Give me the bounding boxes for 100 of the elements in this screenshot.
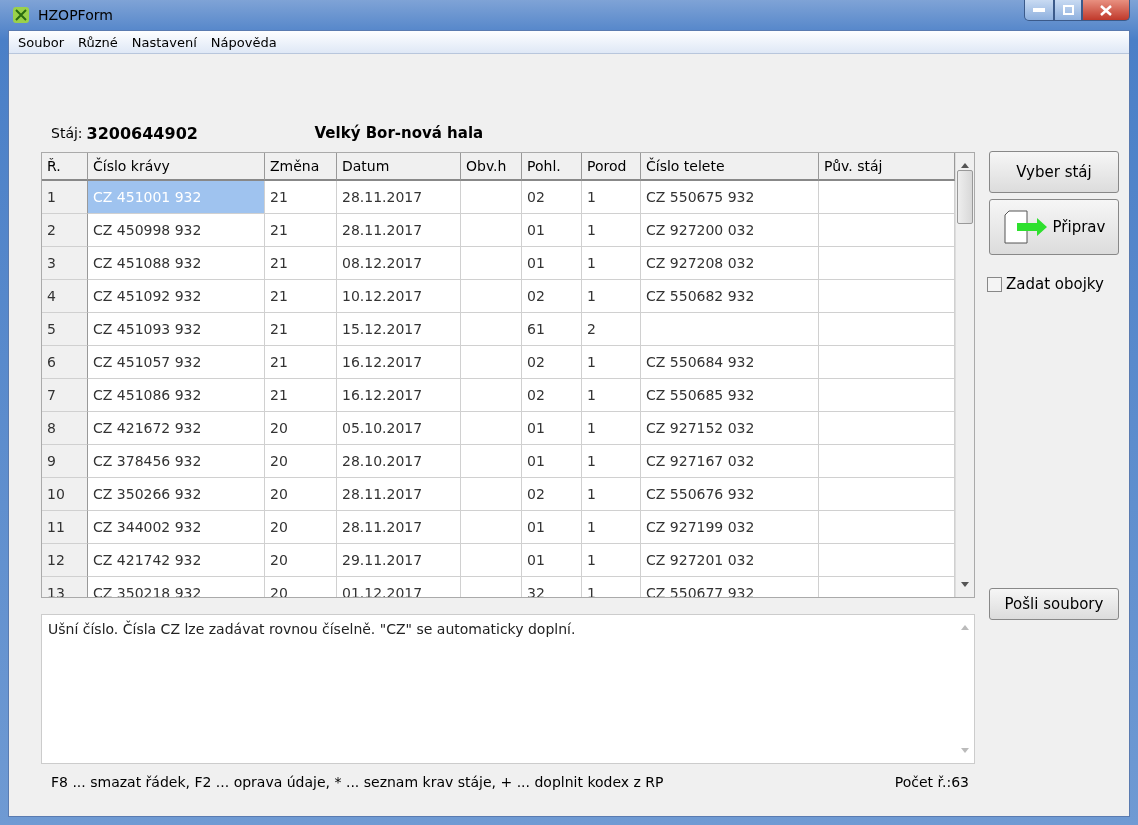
table-cell: 01 — [522, 247, 582, 280]
stable-name: Velký Bor-nová hala — [314, 124, 484, 142]
column-header[interactable]: Změna — [265, 153, 337, 181]
minimize-button[interactable] — [1024, 0, 1054, 21]
table-cell: CZ 550685 932 — [641, 379, 819, 412]
help-text: Ušní číslo. Čísla CZ lze zadávat rovnou číselně. "CZ" se automaticky doplní. — [47, 619, 577, 639]
column-header[interactable]: Datum — [337, 153, 461, 181]
help-text-area[interactable]: Ušní číslo. Čísla CZ lze zadávat rovnou číselně. "CZ" se automaticky doplní. — [41, 614, 975, 764]
menu-item[interactable]: Nápověda — [205, 34, 282, 50]
scroll-down-icon — [961, 582, 969, 587]
table-cell: CZ 378456 932 — [88, 445, 265, 478]
column-header[interactable]: Pův. stáj — [819, 153, 955, 181]
row-number: 4 — [42, 280, 88, 313]
scroll-thumb[interactable] — [957, 170, 973, 224]
column-header[interactable]: Pohl. — [522, 153, 582, 181]
table-cell: 05.10.2017 — [337, 412, 461, 445]
table-cell — [461, 214, 522, 247]
table-cell: 02 — [522, 379, 582, 412]
menu-item[interactable]: Nastavení — [126, 34, 202, 50]
table-cell — [461, 445, 522, 478]
table-cell: CZ 451092 932 — [88, 280, 265, 313]
stable-label: Stáj: — [51, 125, 83, 141]
table-cell: 16.12.2017 — [337, 379, 461, 412]
table-cell: CZ 927167 032 — [641, 445, 819, 478]
window-title: HZOPForm — [38, 7, 113, 23]
table-cell: 21 — [265, 280, 337, 313]
table-cell: CZ 927152 032 — [641, 412, 819, 445]
table-cell: CZ 451088 932 — [88, 247, 265, 280]
shortcut-hint: F8 ... smazat řádek, F2 ... oprava údaje, * ... seznam krav stáje, + ... doplnit kodex z RP — [51, 774, 664, 790]
table-cell: 21 — [265, 181, 337, 214]
table-cell: 1 — [582, 379, 641, 412]
table-cell: 20 — [265, 412, 337, 445]
row-number: 6 — [42, 346, 88, 379]
close-icon — [1100, 4, 1112, 16]
scroll-up-icon — [961, 163, 969, 168]
table-cell — [461, 313, 522, 346]
table-cell: 2 — [582, 313, 641, 346]
table-cell: 02 — [522, 181, 582, 214]
stable-number: 3200644902 — [86, 123, 199, 143]
row-number: 12 — [42, 544, 88, 577]
scroll-down-icon — [961, 748, 969, 753]
scroll-up-icon — [961, 625, 969, 630]
column-header[interactable]: Číslo krávy — [88, 153, 265, 181]
table-cell: 01 — [522, 511, 582, 544]
table-cell: CZ 927200 032 — [641, 214, 819, 247]
table-cell — [461, 247, 522, 280]
table-cell: CZ 927208 032 — [641, 247, 819, 280]
app-logo-icon — [12, 6, 30, 24]
table-cell — [461, 412, 522, 445]
close-button[interactable] — [1082, 0, 1130, 21]
menu-item[interactable]: Soubor — [13, 34, 69, 50]
table-cell: 15.12.2017 — [337, 313, 461, 346]
table-cell: 02 — [522, 280, 582, 313]
table-cell: CZ 421672 932 — [88, 412, 265, 445]
column-header[interactable]: Obv.h — [461, 153, 522, 181]
send-files-button[interactable]: Pošli soubory — [989, 588, 1119, 620]
table-cell: 21 — [265, 247, 337, 280]
table-cell: CZ 927201 032 — [641, 544, 819, 577]
table-cell: 61 — [522, 313, 582, 346]
collars-checkbox[interactable]: Zadat obojky — [987, 275, 1119, 293]
table-cell: 1 — [582, 445, 641, 478]
row-number: 3 — [42, 247, 88, 280]
table-cell: CZ 550684 932 — [641, 346, 819, 379]
maximize-button[interactable] — [1054, 0, 1082, 21]
table-cell: CZ 927199 032 — [641, 511, 819, 544]
table-cell — [461, 544, 522, 577]
table-cell: 1 — [582, 280, 641, 313]
scrollbar[interactable] — [955, 153, 974, 597]
table-cell: 01 — [522, 412, 582, 445]
column-header[interactable]: Číslo telete — [641, 153, 819, 181]
document-arrow-icon — [1002, 210, 1049, 244]
table-cell: 1 — [582, 214, 641, 247]
minimize-icon — [1033, 8, 1045, 12]
table-cell: 01 — [522, 544, 582, 577]
row-number: 5 — [42, 313, 88, 346]
table-cell: 28.10.2017 — [337, 445, 461, 478]
table-cell: 28.11.2017 — [337, 181, 461, 214]
table-cell: 28.11.2017 — [337, 511, 461, 544]
table-cell: 10.12.2017 — [337, 280, 461, 313]
table-cell: 20 — [265, 511, 337, 544]
table-cell: 1 — [582, 247, 641, 280]
column-header[interactable]: Porod — [582, 153, 641, 181]
table-cell — [461, 280, 522, 313]
table-cell: CZ 550675 932 — [641, 181, 819, 214]
table-cell: 1 — [582, 412, 641, 445]
table-cell: 08.12.2017 — [337, 247, 461, 280]
table-cell: 20 — [265, 478, 337, 511]
table-cell: 16.12.2017 — [337, 346, 461, 379]
select-stable-button[interactable]: Vyber stáj — [989, 151, 1119, 193]
table-cell — [461, 511, 522, 544]
table-cell: 21 — [265, 214, 337, 247]
table-cell: CZ 344002 932 — [88, 511, 265, 544]
table-cell: 1 — [582, 544, 641, 577]
menu-item[interactable]: Různé — [73, 34, 123, 50]
table-cell: 1 — [582, 511, 641, 544]
table-cell: 21 — [265, 313, 337, 346]
column-header[interactable]: Ř. — [42, 153, 88, 181]
table-cell: CZ 550676 932 — [641, 478, 819, 511]
prepare-button[interactable]: Připrav — [989, 199, 1119, 255]
table-cell: CZ 450998 932 — [88, 214, 265, 247]
